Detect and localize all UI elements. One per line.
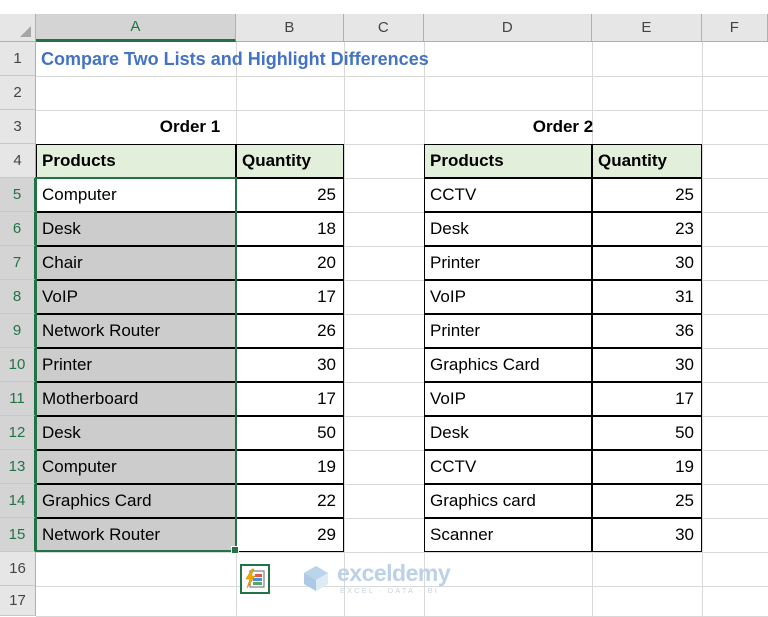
- table-row-product[interactable]: VoIP: [424, 280, 592, 314]
- row-header-5[interactable]: 5: [0, 178, 36, 212]
- select-all-corner[interactable]: [0, 14, 36, 41]
- table-row-product[interactable]: Desk: [36, 416, 236, 450]
- row-header-2[interactable]: 2: [0, 76, 35, 110]
- column-header-a[interactable]: A: [36, 14, 236, 42]
- table-row-product[interactable]: Computer: [36, 178, 236, 212]
- table-row-product[interactable]: Graphics card: [424, 484, 592, 518]
- table-row-product[interactable]: VoIP: [36, 280, 236, 314]
- row-header-4[interactable]: 4: [0, 144, 35, 178]
- column-header-strip: ABCDEF: [0, 14, 768, 42]
- table-row-quantity[interactable]: 17: [236, 382, 344, 416]
- order1-header-products[interactable]: Products: [36, 144, 236, 178]
- gridline-vertical: [702, 42, 703, 616]
- fill-handle[interactable]: [231, 546, 239, 554]
- table-row-quantity[interactable]: 26: [236, 314, 344, 348]
- table-row-quantity[interactable]: 17: [236, 280, 344, 314]
- row-header-15[interactable]: 15: [0, 518, 36, 552]
- order1-label: Order 1: [159, 117, 221, 136]
- table-row-product[interactable]: Printer: [36, 348, 236, 382]
- table-row-product[interactable]: Graphics Card: [424, 348, 592, 382]
- table-row-product[interactable]: Printer: [424, 246, 592, 280]
- table-row-quantity[interactable]: 18: [236, 212, 344, 246]
- row-header-3[interactable]: 3: [0, 110, 35, 144]
- row-header-1[interactable]: 1: [0, 42, 35, 76]
- table-row-quantity[interactable]: 30: [592, 518, 702, 552]
- row-header-17[interactable]: 17: [0, 586, 35, 616]
- row-header-12[interactable]: 12: [0, 416, 36, 450]
- row-header-8[interactable]: 8: [0, 280, 36, 314]
- table-row-quantity[interactable]: 36: [592, 314, 702, 348]
- table-row-product[interactable]: CCTV: [424, 178, 592, 212]
- column-header-c[interactable]: C: [344, 14, 424, 41]
- table-row-product[interactable]: Desk: [424, 212, 592, 246]
- column-header-d[interactable]: D: [424, 14, 592, 41]
- table-row-quantity[interactable]: 20: [236, 246, 344, 280]
- table-row-product[interactable]: VoIP: [424, 382, 592, 416]
- column-header-f[interactable]: F: [702, 14, 768, 41]
- row-header-11[interactable]: 11: [0, 382, 36, 416]
- table-row-quantity[interactable]: 31: [592, 280, 702, 314]
- quick-analysis-button[interactable]: [240, 564, 270, 594]
- table-row-quantity[interactable]: 25: [592, 178, 702, 212]
- exceldemy-cube-logo-icon: [304, 566, 328, 592]
- page-title: Compare Two Lists and Highlight Differen…: [41, 48, 429, 69]
- table-row-quantity[interactable]: 30: [236, 348, 344, 382]
- table-row-quantity[interactable]: 50: [236, 416, 344, 450]
- table-row-quantity[interactable]: 29: [236, 518, 344, 552]
- watermark-name: exceldemy: [337, 560, 451, 586]
- row-header-16[interactable]: 16: [0, 552, 35, 586]
- grid-canvas: Compare Two Lists and Highlight Differen…: [35, 42, 768, 617]
- watermark-tagline: EXCEL · DATA · BI: [340, 586, 439, 595]
- row-header-strip: 1 2 3 4 5 6 7 8 9 10 11 12 13 14 15 16 17: [0, 42, 36, 616]
- column-header-e[interactable]: E: [592, 14, 702, 41]
- table-row-product[interactable]: Desk: [424, 416, 592, 450]
- quick-analysis-icon: [245, 568, 265, 589]
- row-header-14[interactable]: 14: [0, 484, 36, 518]
- table-row-quantity[interactable]: 30: [592, 348, 702, 382]
- table-row-product[interactable]: Chair: [36, 246, 236, 280]
- table-row-quantity[interactable]: 25: [592, 484, 702, 518]
- table-row-product[interactable]: Computer: [36, 450, 236, 484]
- table-row-product[interactable]: Graphics Card: [36, 484, 236, 518]
- row-header-10[interactable]: 10: [0, 348, 36, 382]
- row-header-9[interactable]: 9: [0, 314, 36, 348]
- table-row-quantity[interactable]: 22: [236, 484, 344, 518]
- select-all-triangle-icon: [20, 26, 31, 37]
- row-header-6[interactable]: 6: [0, 212, 36, 246]
- excel-worksheet: ABCDEF 1 2 3 4 5 6 7 8 9 10 11 12 13 14 15 16 17 Compare…: [0, 0, 768, 617]
- order1-header-quantity[interactable]: Quantity: [236, 144, 344, 178]
- order2-header-quantity[interactable]: Quantity: [592, 144, 702, 178]
- column-header-b[interactable]: B: [236, 14, 344, 41]
- table-row-quantity[interactable]: 25: [236, 178, 344, 212]
- table-row-product[interactable]: Printer: [424, 314, 592, 348]
- table-row-product[interactable]: Network Router: [36, 518, 236, 552]
- table-row-quantity[interactable]: 17: [592, 382, 702, 416]
- table-row-product[interactable]: Network Router: [36, 314, 236, 348]
- table-row-product[interactable]: Scanner: [424, 518, 592, 552]
- table-row-product[interactable]: Desk: [36, 212, 236, 246]
- order2-label: Order 2: [532, 117, 594, 136]
- row-header-7[interactable]: 7: [0, 246, 36, 280]
- gridline-horizontal: [36, 76, 768, 77]
- gridline-horizontal: [36, 552, 768, 553]
- order2-header-products[interactable]: Products: [424, 144, 592, 178]
- table-row-quantity[interactable]: 23: [592, 212, 702, 246]
- table-row-quantity[interactable]: 19: [592, 450, 702, 484]
- exceldemy-watermark: exceldemy EXCEL · DATA · BI: [301, 560, 451, 595]
- table-row-product[interactable]: CCTV: [424, 450, 592, 484]
- gridline-vertical: [344, 42, 345, 616]
- table-row-product[interactable]: Motherboard: [36, 382, 236, 416]
- row-header-13[interactable]: 13: [0, 450, 36, 484]
- table-row-quantity[interactable]: 19: [236, 450, 344, 484]
- table-row-quantity[interactable]: 50: [592, 416, 702, 450]
- table-row-quantity[interactable]: 30: [592, 246, 702, 280]
